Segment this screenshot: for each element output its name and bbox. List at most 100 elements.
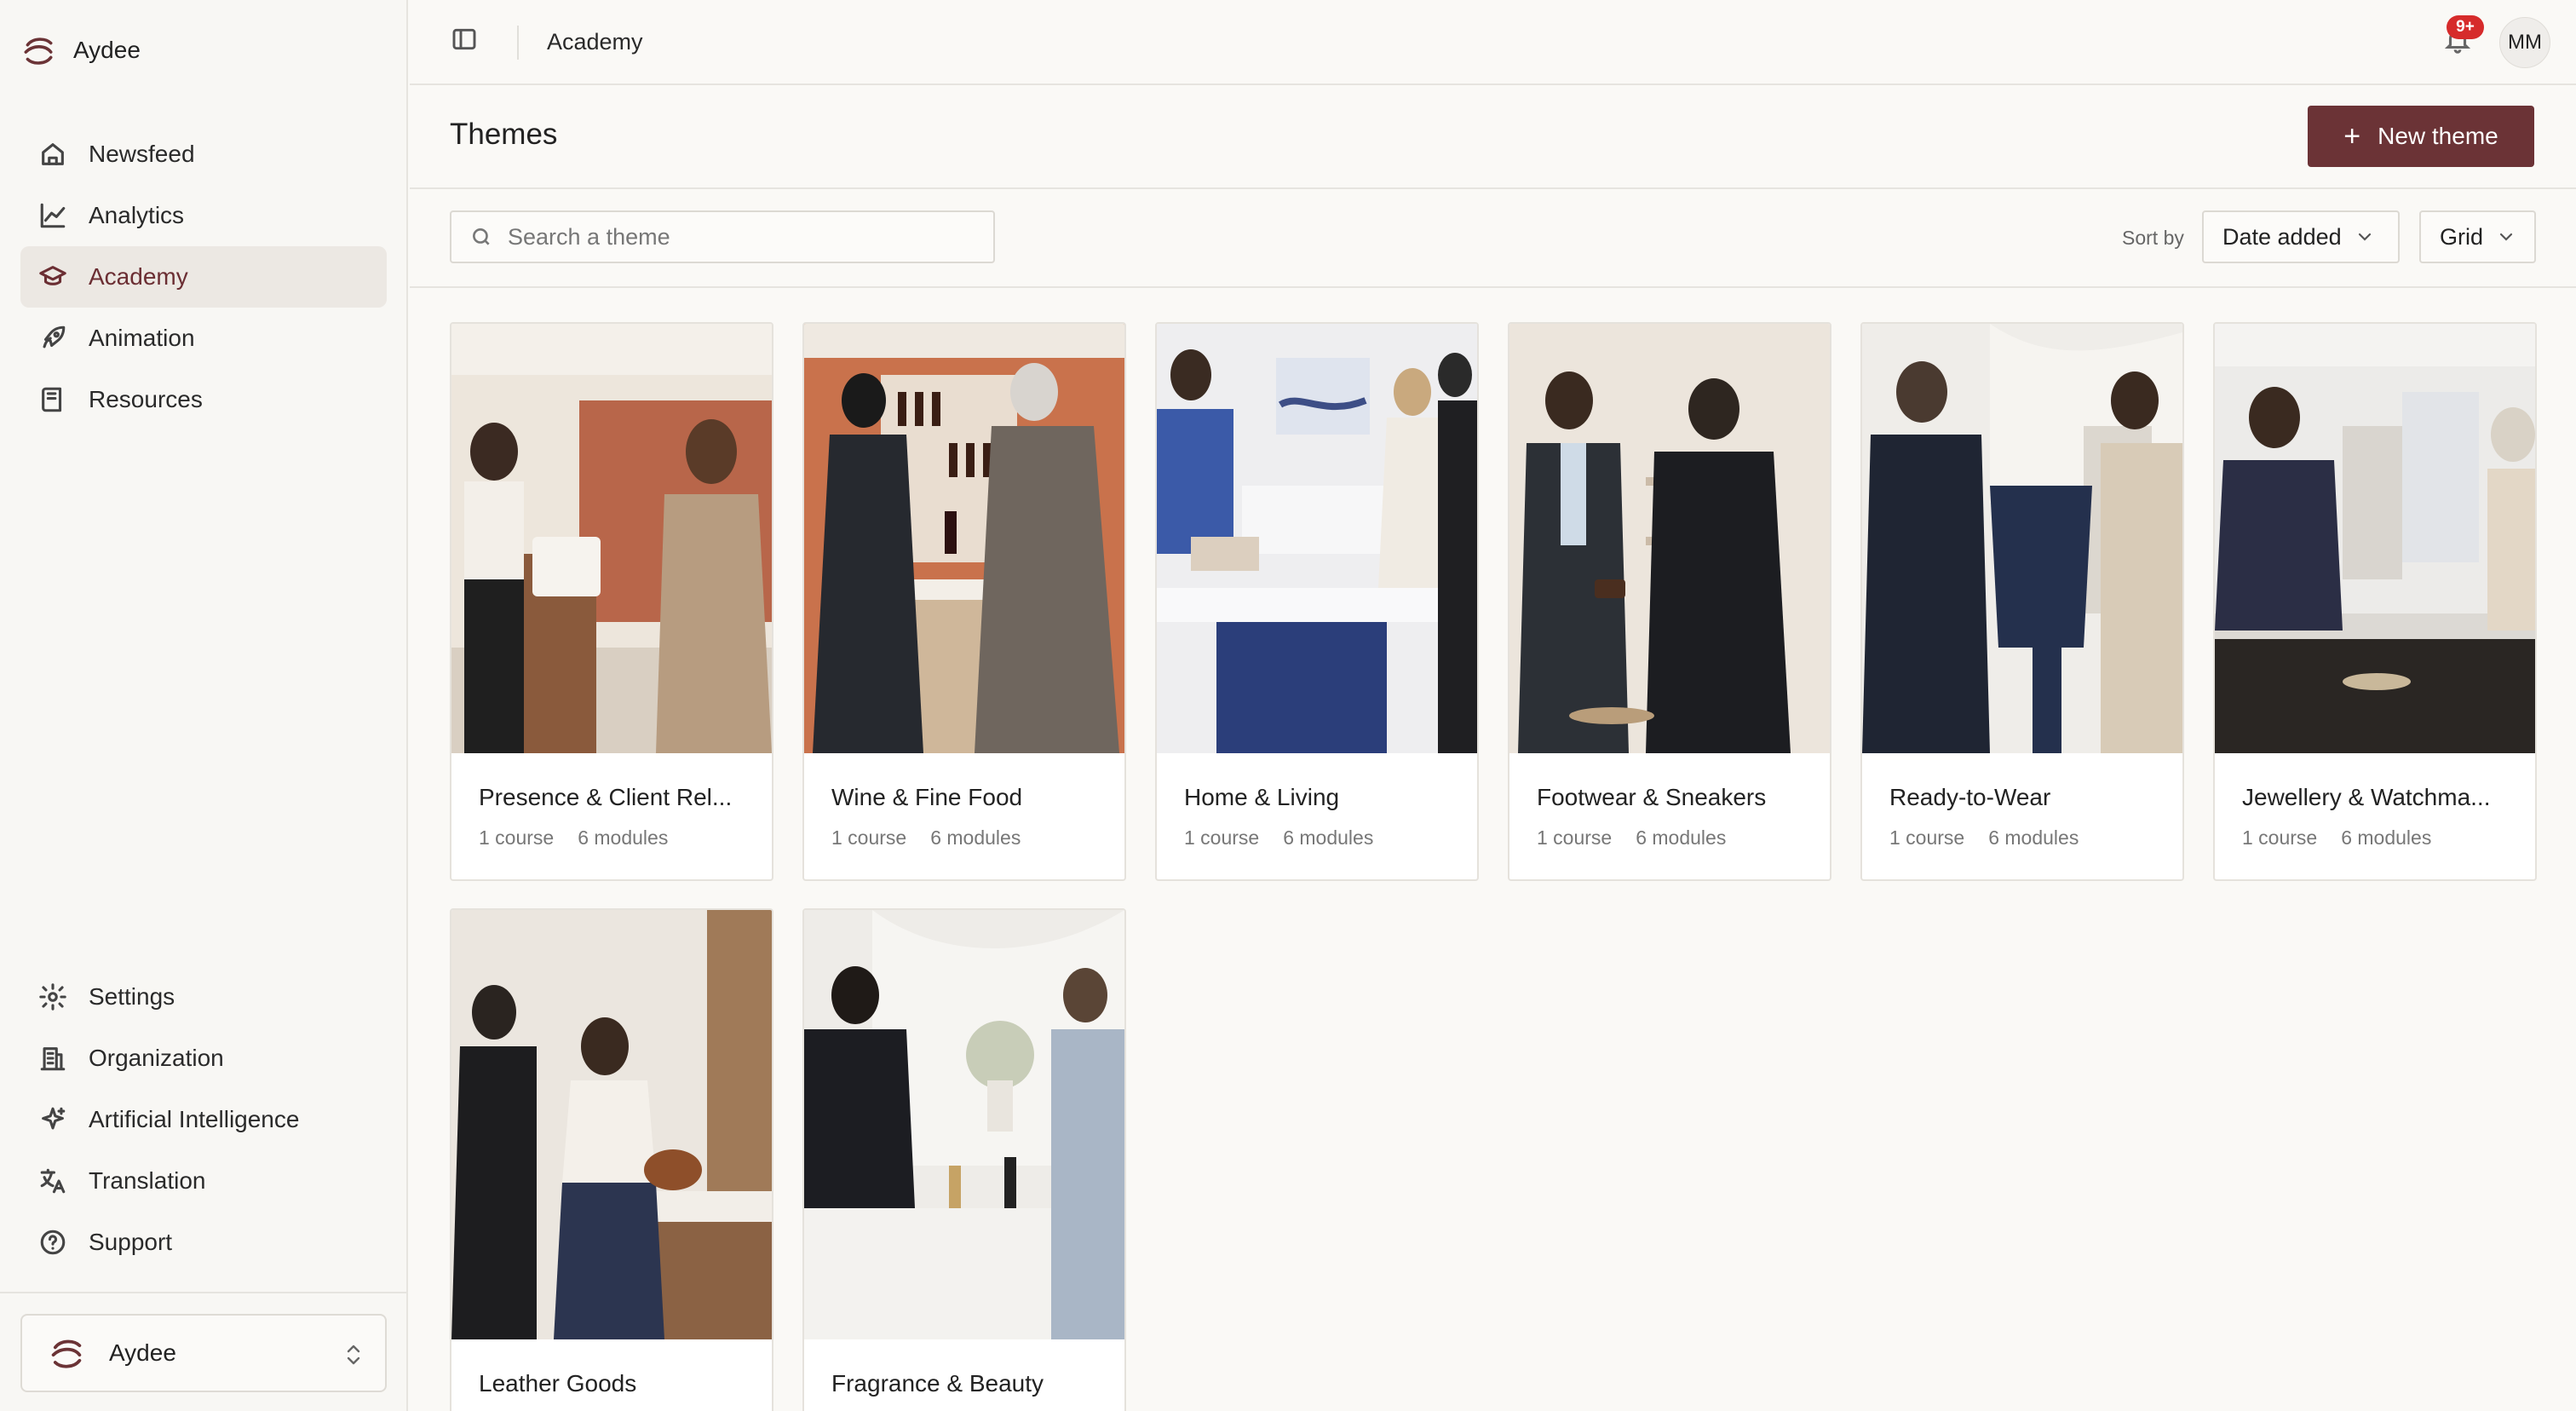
theme-card[interactable]: Presence & Client Rel... 1 course 6 modu… — [450, 322, 773, 881]
theme-title: Home & Living — [1184, 784, 1340, 810]
theme-thumbnail — [2215, 324, 2535, 753]
sidebar-item-organization[interactable]: Organization — [20, 1028, 387, 1089]
sidebar-item-artificial-intelligence[interactable]: Artificial Intelligence — [20, 1089, 387, 1150]
avatar[interactable]: MM — [2499, 17, 2550, 68]
theme-title: Presence & Client Rel... — [479, 784, 733, 810]
theme-meta: 1 course 6 modules — [831, 826, 1021, 849]
sparkles-icon — [37, 1104, 68, 1135]
theme-meta: 1 course 6 modules — [1184, 826, 1373, 849]
sort-value: Date added — [2222, 223, 2342, 250]
sidebar-divider — [0, 1292, 408, 1293]
theme-courses: 1 course — [2242, 826, 2318, 849]
sidebar-toggle-button[interactable] — [451, 26, 483, 58]
chevron-down-icon — [2358, 233, 2371, 241]
theme-title: Leather Goods — [479, 1370, 637, 1397]
theme-thumbnail — [1509, 324, 1830, 753]
theme-courses: 1 course — [1889, 826, 1965, 849]
translate-icon — [37, 1166, 68, 1196]
theme-meta: 1 course 6 modules — [2242, 826, 2431, 849]
breadcrumb[interactable]: Academy — [547, 29, 643, 55]
theme-card[interactable]: Ready-to-Wear 1 course 6 modules — [1860, 322, 2184, 881]
sidebar: Aydee Newsfeed Analytics Academy Animati… — [0, 0, 408, 1411]
sidebar-item-label: Artificial Intelligence — [89, 1106, 300, 1132]
sidebar-nav-top: Newsfeed Analytics Academy Animation Res… — [20, 124, 387, 430]
theme-modules: 6 modules — [578, 826, 669, 849]
building-icon — [37, 1043, 68, 1074]
theme-thumbnail — [1157, 324, 1477, 753]
theme-card[interactable]: Wine & Fine Food 1 course 6 modules — [802, 322, 1126, 881]
new-theme-button[interactable]: + New theme — [2308, 106, 2534, 167]
chevron-down-icon — [2499, 233, 2513, 241]
theme-thumbnail — [451, 324, 772, 753]
sidebar-item-label: Animation — [89, 325, 195, 351]
view-select[interactable]: Grid — [2419, 210, 2536, 263]
theme-meta: 1 course 6 modules — [1889, 826, 2079, 849]
plus-icon: + — [2343, 120, 2361, 153]
theme-courses: 1 course — [1537, 826, 1613, 849]
avatar-initials: MM — [2508, 31, 2542, 54]
theme-title: Jewellery & Watchma... — [2242, 784, 2491, 810]
theme-thumbnail — [1862, 324, 2182, 753]
brand-logo-icon — [24, 37, 53, 65]
sidebar-item-resources[interactable]: Resources — [20, 369, 387, 430]
theme-meta: 1 course 6 modules — [479, 826, 668, 849]
sidebar-item-support[interactable]: Support — [20, 1212, 387, 1273]
sidebar-item-label: Organization — [89, 1045, 224, 1071]
theme-courses: 1 course — [479, 826, 555, 849]
sort-select[interactable]: Date added — [2202, 210, 2400, 263]
theme-card[interactable]: Fragrance & Beauty — [802, 908, 1126, 1411]
theme-card[interactable]: Leather Goods — [450, 908, 773, 1411]
theme-card[interactable]: Jewellery & Watchma... 1 course 6 module… — [2213, 322, 2537, 881]
search-input[interactable] — [508, 223, 985, 251]
filter-bar: Sort by Date added Grid — [410, 191, 2576, 288]
book-icon — [37, 384, 68, 415]
sidebar-item-animation[interactable]: Animation — [20, 308, 387, 369]
chevron-updown-icon — [347, 1345, 360, 1365]
sidebar-toggle-icon — [452, 28, 476, 50]
sidebar-item-newsfeed[interactable]: Newsfeed — [20, 124, 387, 185]
chart-line-icon — [37, 200, 68, 231]
sidebar-item-analytics[interactable]: Analytics — [20, 185, 387, 246]
sidebar-item-label: Academy — [89, 263, 188, 290]
sidebar-item-settings[interactable]: Settings — [20, 966, 387, 1028]
notification-badge: 9+ — [2447, 15, 2484, 39]
help-circle-icon — [37, 1227, 68, 1258]
theme-modules: 6 modules — [2341, 826, 2432, 849]
org-switcher[interactable]: Aydee — [20, 1314, 387, 1392]
theme-title: Footwear & Sneakers — [1537, 784, 1767, 810]
home-icon — [37, 139, 68, 170]
search-icon — [473, 228, 490, 245]
theme-title: Fragrance & Beauty — [831, 1370, 1044, 1397]
theme-thumbnail — [804, 324, 1124, 753]
topbar: Academy 9+ MM — [410, 0, 2576, 85]
theme-modules: 6 modules — [1636, 826, 1727, 849]
brand[interactable]: Aydee — [20, 32, 141, 68]
theme-modules: 6 modules — [1283, 826, 1374, 849]
brand-name: Aydee — [73, 37, 141, 63]
theme-meta: 1 course 6 modules — [1537, 826, 1726, 849]
theme-title: Wine & Fine Food — [831, 784, 1023, 810]
search-box[interactable] — [450, 210, 995, 263]
sidebar-item-academy[interactable]: Academy — [20, 246, 387, 308]
theme-modules: 6 modules — [1988, 826, 2079, 849]
theme-card[interactable]: Home & Living 1 course 6 modules — [1155, 322, 1479, 881]
page-title: Themes — [450, 118, 558, 151]
sidebar-item-label: Support — [89, 1229, 173, 1255]
theme-courses: 1 course — [831, 826, 907, 849]
graduation-cap-icon — [37, 262, 68, 292]
sidebar-nav-bottom: Settings Organization Artificial Intelli… — [20, 966, 387, 1273]
theme-modules: 6 modules — [930, 826, 1021, 849]
new-theme-label: New theme — [2378, 123, 2498, 149]
org-name: Aydee — [109, 1339, 176, 1366]
theme-card[interactable]: Footwear & Sneakers 1 course 6 modules — [1508, 322, 1831, 881]
view-value: Grid — [2440, 223, 2484, 250]
topbar-separator — [517, 26, 519, 60]
theme-thumbnail — [451, 910, 772, 1339]
app-root: Aydee Newsfeed Analytics Academy Animati… — [0, 0, 2576, 1411]
theme-title: Ready-to-Wear — [1889, 784, 2051, 810]
sidebar-item-label: Resources — [89, 386, 203, 412]
sidebar-item-label: Analytics — [89, 202, 185, 228]
org-logo-icon — [51, 1339, 82, 1368]
rocket-icon — [37, 323, 68, 354]
sidebar-item-translation[interactable]: Translation — [20, 1150, 387, 1212]
